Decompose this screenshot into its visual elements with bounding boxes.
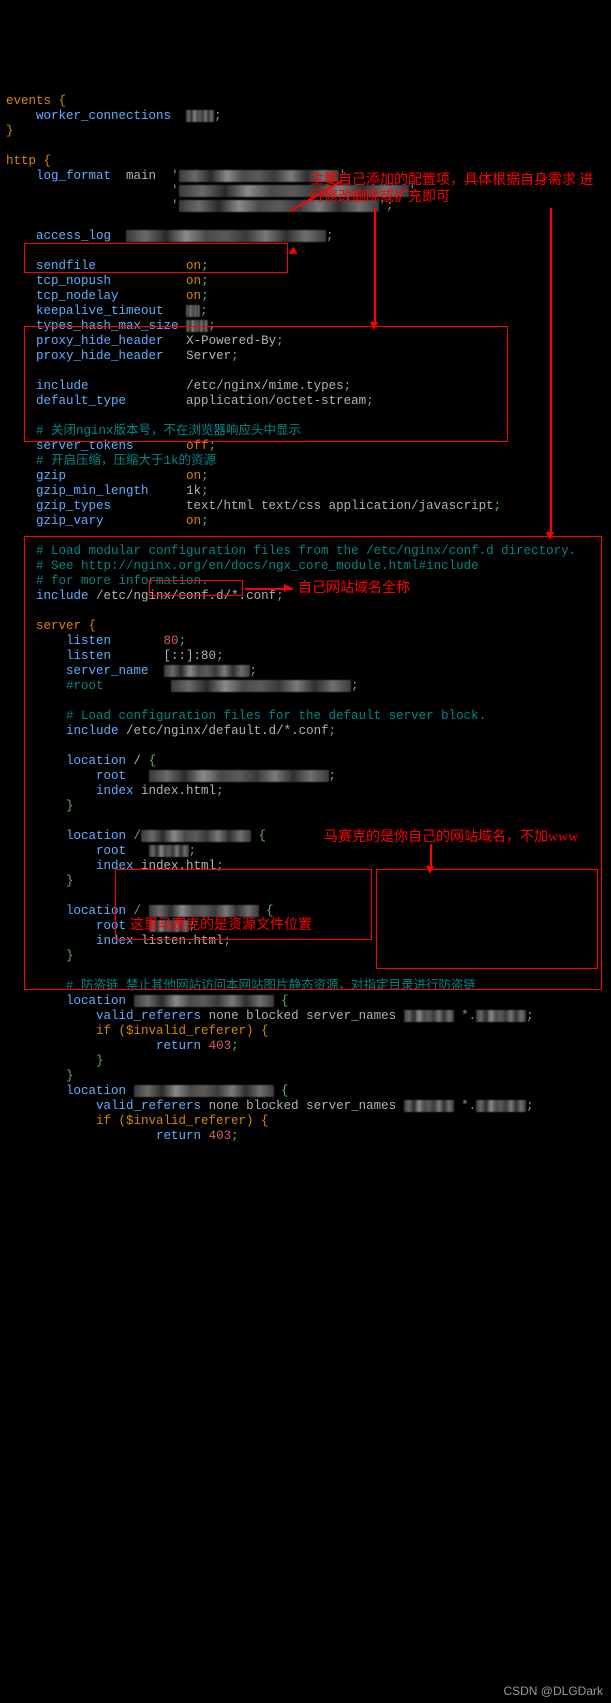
location-3: location [66, 904, 126, 918]
gzip-types: gzip_types [36, 499, 111, 513]
root-dir: root [96, 769, 126, 783]
location-root: location [66, 754, 126, 768]
include-mime: include [36, 379, 89, 393]
root-comment: #root [66, 679, 104, 693]
annotation-1: 主要自己添加的配置项，具体根据自身需求 进行修改删除或扩充即可 [310, 172, 600, 206]
listen-80: listen [66, 634, 111, 648]
gzip-vary: gzip_vary [36, 514, 104, 528]
annotation-3: 马赛克的是你自己的网站域名，不加www [324, 829, 578, 846]
gzip: gzip [36, 469, 66, 483]
events-close: } [6, 124, 14, 138]
listen-ipv6: listen [66, 649, 111, 663]
location-2: location [66, 829, 126, 843]
proxy-hide-2: proxy_hide_header [36, 349, 164, 363]
tcp-nopush: tcp_nopush [36, 274, 111, 288]
proxy-hide-1: proxy_hide_header [36, 334, 164, 348]
return-403: return [156, 1039, 201, 1053]
arrow-2 [374, 208, 376, 324]
location-hotlink1: location [66, 994, 126, 1008]
include-confd: include [36, 589, 89, 603]
server-tokens: server_tokens [36, 439, 134, 453]
default-type: default_type [36, 394, 126, 408]
access-log: access_log [36, 229, 111, 243]
comment-default: # Load configuration files for the defau… [66, 709, 486, 723]
events-block: events { [6, 94, 66, 108]
worker-conn-key: worker_connections [36, 109, 171, 123]
comment-load3: # for more information. [36, 574, 209, 588]
server-name: server_name [66, 664, 149, 678]
annotation-4: 这里马赛克的是资源文件位置 [130, 917, 312, 934]
server-block: server { [36, 619, 96, 633]
annotation-2: 自己网站域名全称 [298, 580, 410, 597]
arrow-3 [550, 208, 552, 534]
location-hotlink2: location [66, 1084, 126, 1098]
nginx-config: events { worker_connections ; } http { l… [6, 79, 605, 1144]
comment-load2: # See http://nginx.org/en/docs/ngx_core_… [36, 559, 479, 573]
index: index [96, 784, 134, 798]
comment-hotlink: # 防盗链 禁止其他网站访问本网站图片静态资源，对指定目录进行防盗链 [66, 979, 476, 993]
if-invalid: if ($invalid_referer) { [96, 1024, 269, 1038]
comment-load1: # Load modular configuration files from … [36, 544, 576, 558]
watermark: CSDN @DLGDark [503, 1684, 603, 1699]
gzip-min: gzip_min_length [36, 484, 149, 498]
types-hash: types_hash_max_size [36, 319, 179, 333]
log-format: log_format [36, 169, 111, 183]
tcp-nodelay: tcp_nodelay [36, 289, 119, 303]
include-default: include [66, 724, 119, 738]
http-block: http { [6, 154, 51, 168]
comment-tokens: # 关闭nginx版本号，不在浏览器响应头中显示 [36, 424, 301, 438]
sendfile: sendfile [36, 259, 96, 273]
keepalive: keepalive_timeout [36, 304, 164, 318]
comment-gzip: # 开启压缩，压缩大于1k的资源 [36, 454, 216, 468]
valid-referers: valid_referers [96, 1009, 201, 1023]
